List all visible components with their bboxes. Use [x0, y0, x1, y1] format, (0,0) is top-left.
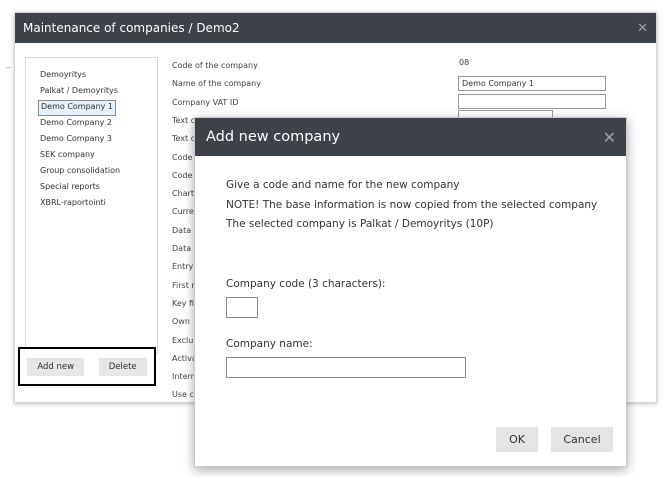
field-label: Text o — [172, 134, 196, 144]
company-list-item[interactable]: Palkat / Demoyritys — [38, 84, 120, 100]
dialog-title-bar: Add new company ✕ — [195, 118, 626, 156]
company-list-item[interactable]: Special reports — [38, 180, 102, 196]
company-code-value: 08 — [459, 58, 470, 67]
dialog-info: Give a code and name for the new company… — [226, 176, 616, 235]
field-label: Own — [172, 317, 190, 327]
field-label: Entry — [172, 262, 194, 272]
company-list: Demoyritys Palkat / Demoyritys Demo Compan… — [25, 57, 158, 354]
field-label: Data — [172, 225, 192, 235]
main-window-title: Maintenance of companies / Demo2 — [23, 21, 240, 35]
company-name-input[interactable] — [458, 76, 606, 91]
company-name-field[interactable] — [226, 357, 466, 378]
info-line: NOTE! The base information is now copied… — [226, 198, 598, 211]
delete-button[interactable]: Delete — [98, 357, 147, 376]
info-line: Give a code and name for the new company — [226, 179, 460, 191]
side-mark: – — [6, 63, 11, 73]
dialog-title: Add new company — [206, 129, 341, 145]
field-label: Exclu — [172, 335, 194, 345]
field-label: Intern — [172, 372, 196, 382]
field-label: Company VAT ID — [172, 97, 239, 107]
company-list-item[interactable]: Demo Company 2 — [38, 116, 114, 132]
field-label: Data — [172, 244, 192, 253]
field-label: Code — [172, 170, 193, 180]
field-label: Curre — [172, 207, 194, 217]
ok-button[interactable]: OK — [496, 427, 538, 452]
list-button-group: Add new Delete — [18, 347, 156, 386]
info-line: The selected company is Palkat / Demoyri… — [226, 218, 494, 230]
company-list-item[interactable]: Demo Company 3 — [38, 132, 114, 148]
field-label: Code — [172, 152, 193, 162]
company-list-item[interactable]: Demoyritys — [38, 68, 88, 84]
company-vat-input[interactable] — [458, 94, 606, 109]
main-title-bar: Maintenance of companies / Demo2 ✕ — [15, 13, 656, 43]
company-list-item[interactable]: Group consolidation — [38, 164, 122, 180]
company-list-item[interactable]: XBRL-raportointi — [38, 196, 108, 212]
close-icon[interactable]: ✕ — [637, 21, 648, 36]
field-label: Code of the company — [172, 61, 258, 70]
field-label: Chart — [172, 189, 194, 199]
field-label: Name of the company — [172, 79, 261, 89]
add-company-dialog: Add new company ✕ Give a code and name f… — [194, 117, 627, 467]
field-label: First r — [172, 280, 195, 290]
company-name-label: Company name: — [226, 338, 313, 350]
field-label: Key fi — [172, 298, 195, 308]
company-code-input[interactable] — [226, 297, 258, 318]
close-icon[interactable]: ✕ — [603, 128, 616, 147]
company-list-item[interactable]: Demo Company 1 — [38, 100, 117, 116]
company-list-item[interactable]: SEK company — [38, 148, 97, 164]
company-code-label: Company code (3 characters): — [226, 278, 386, 290]
add-new-button[interactable]: Add new — [27, 357, 85, 376]
cancel-button[interactable]: Cancel — [551, 427, 613, 452]
